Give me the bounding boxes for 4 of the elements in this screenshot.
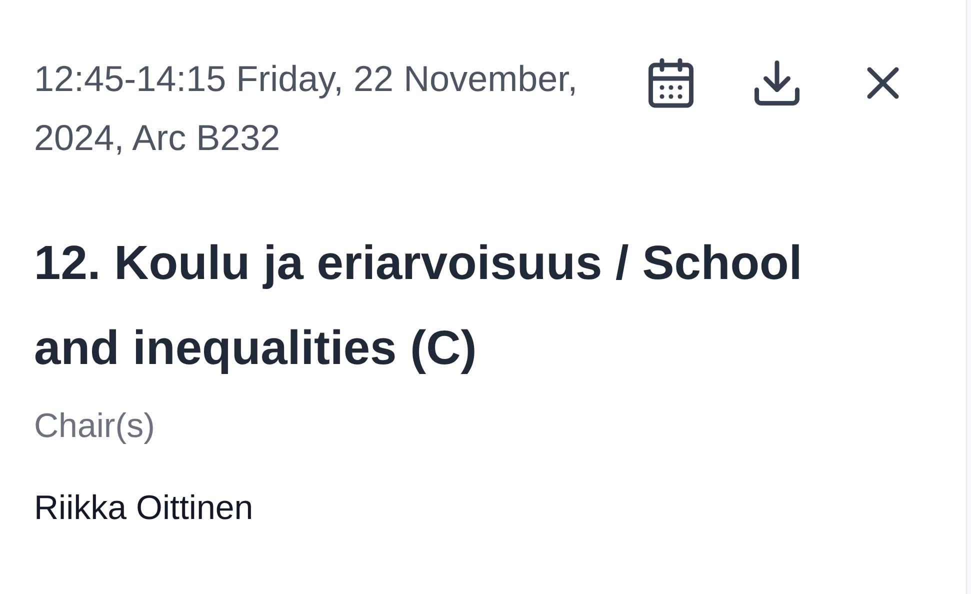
session-time-place: 12:45-14:15 Friday, 22 November, 2024, Arc B232 xyxy=(34,57,579,160)
chairs-label: Chair(s) xyxy=(34,406,156,447)
session-title: 12. Koulu ja eriarvoisuus / School and inequalities (C) xyxy=(34,236,804,377)
chair-name: Riikka Oittinen xyxy=(34,488,254,529)
